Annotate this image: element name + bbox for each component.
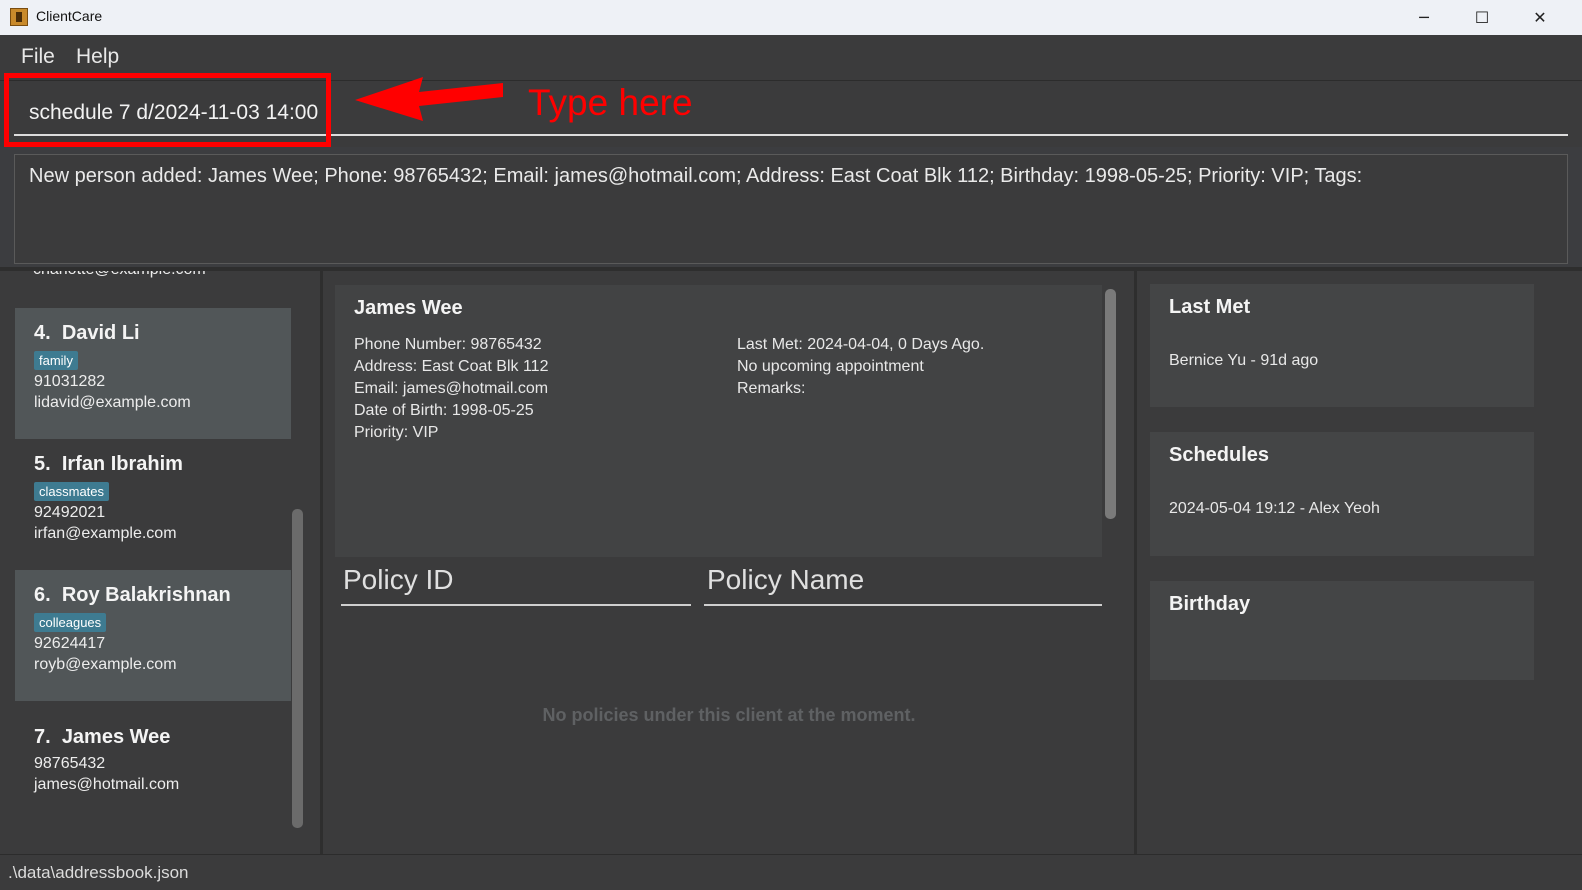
tag-badge: colleagues xyxy=(34,613,107,632)
list-item[interactable]: 5. Irfan Ibrahim classmates 92492021 irf… xyxy=(15,439,291,570)
detail-right-column: Last Met: 2024-04-04, 0 Days Ago. No upc… xyxy=(737,334,984,400)
birthday-title: Birthday xyxy=(1169,593,1251,615)
app-window: ClientCare ─ ☐ ✕ File Help Type here New… xyxy=(0,0,1582,890)
detail-email: Email: james@hotmail.com xyxy=(354,380,549,397)
last-met-title: Last Met xyxy=(1169,296,1251,318)
last-met-entry: Bernice Yu - 91d ago xyxy=(1169,352,1319,369)
tag-badge: classmates xyxy=(34,482,110,501)
close-icon[interactable]: ✕ xyxy=(1511,0,1569,35)
list-item[interactable]: 6. Roy Balakrishnan colleagues 92624417 … xyxy=(15,570,291,701)
person-name: 7. James Wee xyxy=(34,726,171,748)
detail-name: James Wee xyxy=(354,297,463,319)
person-name: 6. Roy Balakrishnan xyxy=(34,584,231,606)
birthday-card: Birthday xyxy=(1150,581,1534,680)
list-item-partial-email: charlotte@example.com xyxy=(33,271,206,279)
list-item[interactable]: 4. David Li family 91031282 lidavid@exam… xyxy=(15,308,291,439)
person-phone: 91031282 xyxy=(34,373,106,390)
title-bar: ClientCare ─ ☐ ✕ xyxy=(0,0,1582,35)
person-list-panel: charlotte@example.com 4. David Li family… xyxy=(0,271,322,854)
window-title: ClientCare xyxy=(36,8,103,24)
annotation-arrow-icon xyxy=(355,77,503,121)
policy-id-header[interactable]: Policy ID xyxy=(341,564,691,606)
detail-appointment: No upcoming appointment xyxy=(737,358,924,375)
detail-remarks: Remarks: xyxy=(737,380,806,397)
person-phone: 98765432 xyxy=(34,755,106,772)
annotation-highlight-box xyxy=(4,73,331,147)
detail-priority: Priority: VIP xyxy=(354,424,439,441)
result-display: New person added: James Wee; Phone: 9876… xyxy=(14,154,1568,264)
policy-name-header[interactable]: Policy Name xyxy=(704,564,1102,606)
person-email: lidavid@example.com xyxy=(34,394,191,411)
schedules-entry: 2024-05-04 19:12 - Alex Yeoh xyxy=(1169,500,1380,517)
schedules-title: Schedules xyxy=(1169,444,1270,466)
last-met-card: Last Met Bernice Yu - 91d ago xyxy=(1150,284,1534,407)
maximize-icon[interactable]: ☐ xyxy=(1453,0,1511,35)
detail-dob: Date of Birth: 1998-05-25 xyxy=(354,402,534,419)
detail-address: Address: East Coat Blk 112 xyxy=(354,358,549,375)
person-email: james@hotmail.com xyxy=(34,776,180,793)
person-name: 5. Irfan Ibrahim xyxy=(34,453,183,475)
person-list: charlotte@example.com 4. David Li family… xyxy=(15,271,291,839)
menu-help[interactable]: Help xyxy=(76,45,119,69)
tag-badge: family xyxy=(34,351,78,370)
detail-last-met: Last Met: 2024-04-04, 0 Days Ago. xyxy=(737,336,985,353)
app-icon xyxy=(10,8,28,26)
status-bar: .\data\addressbook.json xyxy=(0,854,1582,890)
list-item[interactable]: 7. James Wee 98765432 james@hotmail.com xyxy=(15,712,291,839)
detail-card: James Wee Phone Number: 98765432 Address… xyxy=(335,285,1102,557)
person-email: royb@example.com xyxy=(34,656,177,673)
annotation-label: Type here xyxy=(528,82,693,123)
person-detail-panel: James Wee Phone Number: 98765432 Address… xyxy=(323,271,1135,854)
detail-left-column: Phone Number: 98765432 Address: East Coa… xyxy=(354,334,548,444)
person-email: irfan@example.com xyxy=(34,525,177,542)
minimize-icon[interactable]: ─ xyxy=(1395,0,1453,35)
menu-file[interactable]: File xyxy=(21,45,55,69)
list-scrollbar[interactable] xyxy=(292,509,303,828)
result-text: New person added: James Wee; Phone: 9876… xyxy=(29,165,1363,187)
detail-scrollbar[interactable] xyxy=(1105,289,1116,519)
data-file-path: .\data\addressbook.json xyxy=(8,863,189,882)
no-policies-placeholder: No policies under this client at the mom… xyxy=(542,705,916,725)
reminder-panel: Last Met Bernice Yu - 91d ago Schedules … xyxy=(1137,271,1582,854)
person-phone: 92492021 xyxy=(34,504,106,521)
person-name: 4. David Li xyxy=(34,322,140,344)
person-phone: 92624417 xyxy=(34,635,106,652)
detail-phone: Phone Number: 98765432 xyxy=(354,336,542,353)
schedules-card: Schedules 2024-05-04 19:12 - Alex Yeoh xyxy=(1150,432,1534,556)
